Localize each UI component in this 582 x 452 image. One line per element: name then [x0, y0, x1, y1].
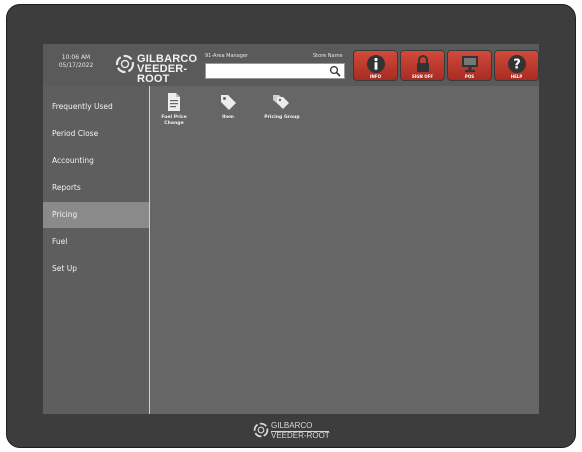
- sidebar-item-reports[interactable]: Reports: [43, 175, 149, 201]
- user-role: 91-Area Manager: [205, 53, 249, 59]
- info-button-label: INFO: [370, 74, 381, 79]
- lock-icon: [417, 55, 429, 72]
- footer-logo: GILBARCO VEEDER-ROOT: [253, 421, 343, 441]
- sidebar-item-frequently-used[interactable]: Frequently Used: [43, 94, 149, 120]
- gilbarco-logo-icon: [253, 422, 269, 438]
- tile-fuel-price-change-label: Fuel Price Change: [161, 115, 187, 126]
- document-icon: [168, 93, 180, 111]
- pos-button[interactable]: POS: [447, 50, 492, 81]
- store-name: Store Name: [313, 53, 343, 59]
- gilbarco-logo-icon: [115, 54, 135, 74]
- sidebar-nav: Frequently Used Period Close Accounting …: [43, 86, 150, 414]
- brand-logo: GILBARCO VEEDER-ROOT: [115, 52, 215, 85]
- tag-icon: [221, 95, 236, 110]
- app-screen: 10:06 AM 05/17/2022 GILBARCO VEEDER-ROOT…: [43, 44, 539, 414]
- monitor-icon: [462, 56, 478, 72]
- svg-text:?: ?: [513, 58, 521, 73]
- pos-button-label: POS: [464, 74, 475, 79]
- header-bar: 10:06 AM 05/17/2022 GILBARCO VEEDER-ROOT…: [43, 44, 539, 86]
- tags-group-icon: [273, 95, 289, 109]
- tile-item-label: Item: [222, 115, 234, 120]
- sidebar-item-pricing[interactable]: Pricing: [43, 202, 149, 228]
- search-icon[interactable]: [329, 65, 341, 77]
- clock-time: 10:06 AM: [61, 54, 91, 61]
- tile-fuel-price-change[interactable]: Fuel Price Change: [152, 92, 196, 127]
- clock: 10:06 AM 05/17/2022: [49, 54, 103, 70]
- brand-name: GILBARCO VEEDER-ROOT: [137, 54, 215, 85]
- sidebar-item-fuel[interactable]: Fuel: [43, 229, 149, 255]
- tile-item[interactable]: Item: [206, 92, 250, 121]
- search-input[interactable]: [205, 63, 345, 79]
- help-button-label: HELP: [510, 74, 523, 79]
- sign-off-button[interactable]: SIGN OFF: [400, 50, 445, 81]
- sidebar-item-period-close[interactable]: Period Close: [43, 121, 149, 147]
- sidebar-item-set-up[interactable]: Set Up: [43, 256, 149, 282]
- tile-pricing-group-label: Pricing Group: [264, 115, 300, 120]
- sidebar-item-accounting[interactable]: Accounting: [43, 148, 149, 174]
- clock-date: 05/17/2022: [58, 62, 94, 69]
- info-button[interactable]: INFO: [353, 50, 398, 81]
- brand-line2: VEEDER-ROOT: [137, 63, 188, 85]
- question-icon: ?: [508, 55, 526, 73]
- info-icon: [367, 55, 385, 73]
- help-button[interactable]: ? HELP: [494, 50, 539, 81]
- sign-off-button-label: SIGN OFF: [411, 74, 434, 79]
- footer-brand-name: GILBARCO VEEDER-ROOT: [271, 421, 330, 440]
- tile-pricing-group[interactable]: Pricing Group: [260, 92, 304, 121]
- footer-brand-line2: VEEDER-ROOT: [271, 430, 330, 440]
